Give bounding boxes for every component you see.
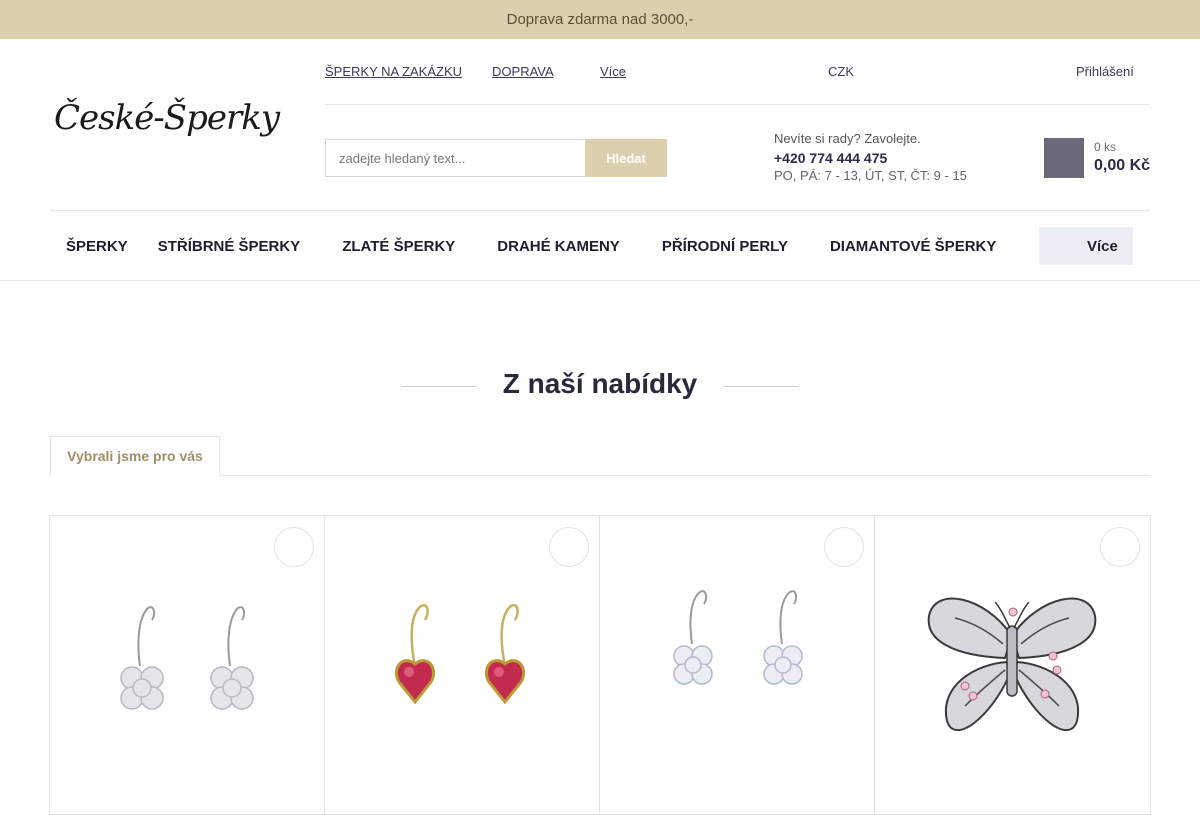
top-more-label: Více xyxy=(600,64,627,79)
nav-item-sperky[interactable]: ŠPERKY xyxy=(66,238,128,255)
nav-item-label: DRAHÉ KAMENY xyxy=(497,237,620,255)
product-grid xyxy=(49,515,1151,815)
product-card[interactable] xyxy=(325,516,600,814)
divider xyxy=(0,280,1200,281)
top-more-link[interactable]: Více xyxy=(590,64,626,79)
product-card[interactable] xyxy=(875,516,1150,814)
divider xyxy=(50,210,1150,211)
currency-selector[interactable]: CZK xyxy=(820,64,862,79)
section-title: Z naší nabídky xyxy=(502,368,698,399)
divider xyxy=(325,104,1150,105)
nav-item-label: PŘÍRODNÍ PERLY xyxy=(661,237,788,255)
contact-phone[interactable]: +420 774 444 475 xyxy=(774,149,967,168)
search-button[interactable]: Hledat xyxy=(585,139,667,177)
tab-selected-for-you[interactable]: Vybrali jsme pro vás xyxy=(50,436,220,476)
favorite-button[interactable] xyxy=(824,527,864,567)
contact-block: Nevíte si rady? Zavolejte. +420 774 444 … xyxy=(774,130,967,186)
top-links: ŠPERKY NA ZAKÁZKU DOPRAVA xyxy=(325,64,554,79)
cart-button[interactable] xyxy=(1044,138,1084,178)
favorite-button[interactable] xyxy=(1100,527,1140,567)
nav-item-stribrne-sperky[interactable]: STŘÍBRNÉ ŠPERKY xyxy=(158,238,313,255)
product-image-crystal-earrings[interactable] xyxy=(620,546,855,781)
product-image-flower-earrings[interactable] xyxy=(70,546,305,781)
nav-item-label: STŘÍBRNÉ ŠPERKY xyxy=(157,237,301,255)
login-link[interactable]: Přihlášení xyxy=(1056,64,1134,79)
search-input[interactable] xyxy=(325,139,586,177)
nav-more-button[interactable]: Více xyxy=(1039,227,1133,265)
nav-item-label: ZLATÉ ŠPERKY xyxy=(342,237,456,255)
contact-hours: PO, PÁ: 7 - 13, ÚT, ST, ČT: 9 - 15 xyxy=(774,168,967,183)
nav-item-label: DIAMANTOVÉ ŠPERKY xyxy=(829,237,997,255)
nav-item-label: ŠPERKY xyxy=(66,237,128,255)
favorite-button[interactable] xyxy=(274,527,314,567)
nav-item-zlate-sperky[interactable]: ZLATÉ ŠPERKY xyxy=(342,238,467,255)
product-image-butterfly-brooch[interactable] xyxy=(895,546,1130,781)
product-card[interactable] xyxy=(600,516,875,814)
nav-item-drahe-kameny[interactable]: DRAHÉ KAMENY xyxy=(497,238,632,255)
site-logo[interactable]: České-Šperky xyxy=(54,98,280,138)
login-label: Přihlášení xyxy=(1076,64,1134,79)
nav-item-prirodni-perly[interactable]: PŘÍRODNÍ PERLY xyxy=(662,238,800,255)
announcement-bar: Doprava zdarma nad 3000,- xyxy=(0,0,1200,39)
link-shipping[interactable]: DOPRAVA xyxy=(492,64,554,79)
contact-question: Nevíte si rady? Zavolejte. xyxy=(774,131,921,146)
product-card[interactable] xyxy=(50,516,325,814)
main-nav: ŠPERKY STŘÍBRNÉ ŠPERKY ZLATÉ ŠPERKY DRAH… xyxy=(66,227,1026,265)
nav-item-diamantove-sperky[interactable]: DIAMANTOVÉ ŠPERKY xyxy=(830,238,996,255)
currency-label: CZK xyxy=(828,64,854,79)
cart-count[interactable]: 0 ks xyxy=(1094,140,1116,154)
link-custom-jewelry[interactable]: ŠPERKY NA ZAKÁZKU xyxy=(325,64,462,79)
product-image-heart-earrings[interactable] xyxy=(345,546,580,781)
favorite-button[interactable] xyxy=(549,527,589,567)
cart-total[interactable]: 0,00 Kč xyxy=(1094,157,1150,175)
announcement-text: Doprava zdarma nad 3000,- xyxy=(506,11,694,28)
nav-more-label: Více xyxy=(1087,237,1118,255)
